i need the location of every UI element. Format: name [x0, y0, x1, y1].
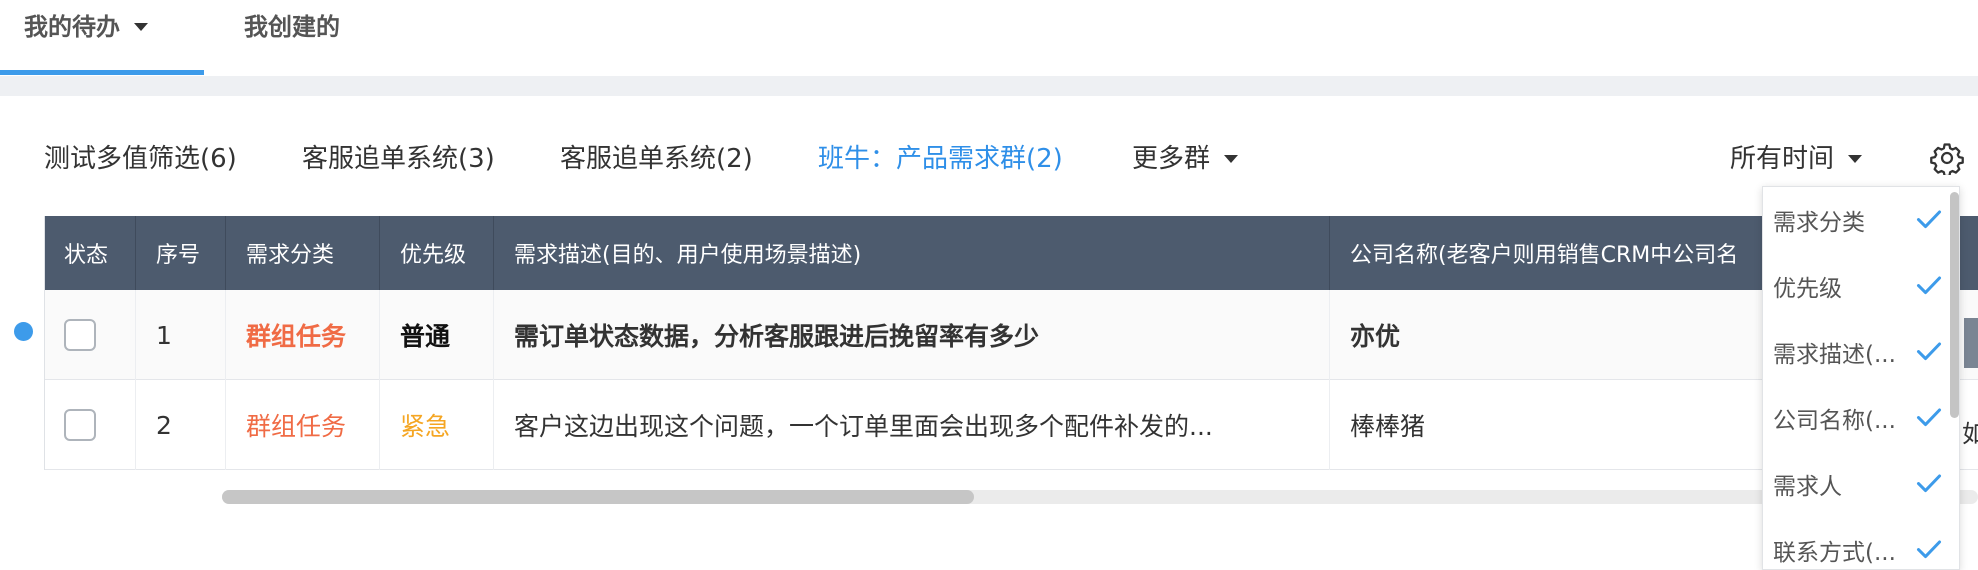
check-icon: [1916, 342, 1942, 361]
filter-group-2[interactable]: 客服追单系统(3): [302, 136, 495, 176]
truncated-cell-text: 如: [1962, 420, 1978, 448]
check-icon: [1916, 474, 1942, 493]
description-cell[interactable]: 需订单状态数据，分析客服跟进后挽留率有多少: [494, 290, 1330, 380]
column-header-index[interactable]: 序号: [136, 216, 226, 290]
status-cell: [44, 290, 136, 380]
column-settings-menu: 需求分类 优先级 需求描述(... 公司名称(... 需求人 联系方式(...: [1762, 186, 1960, 570]
check-icon: [1916, 276, 1942, 295]
column-option[interactable]: 公司名称(...: [1763, 385, 1949, 451]
tab-my-created-label: 我创建的: [244, 12, 340, 41]
column-option[interactable]: 需求分类: [1763, 187, 1949, 253]
table-row[interactable]: 1 群组任务 普通 需订单状态数据，分析客服跟进后挽留率有多少 亦优: [44, 290, 1978, 380]
column-option[interactable]: 优先级: [1763, 253, 1949, 319]
priority-cell: 普通: [380, 290, 494, 380]
status-cell: [44, 380, 136, 470]
filter-label: 客服追单系统(2): [560, 143, 753, 174]
filter-group-3[interactable]: 客服追单系统(2): [560, 136, 753, 176]
description-cell[interactable]: 客户这边出现这个问题，一个订单里面会出现多个配件补发的...: [494, 380, 1330, 470]
tab-my-todo[interactable]: 我的待办: [24, 6, 148, 42]
column-option-label: 需求分类: [1773, 210, 1865, 236]
gear-icon[interactable]: [1930, 141, 1964, 178]
column-header-category[interactable]: 需求分类: [226, 216, 380, 290]
column-option-label: 公司名称(...: [1773, 408, 1896, 434]
filter-group-4[interactable]: 班牛：产品需求群(2): [818, 136, 1063, 176]
table-header: 状态 序号 需求分类 优先级 需求描述(目的、用户使用场景描述) 公司名称(老客…: [44, 216, 1978, 290]
filter-group-1[interactable]: 测试多值筛选(6): [44, 136, 237, 176]
task-table: 状态 序号 需求分类 优先级 需求描述(目的、用户使用场景描述) 公司名称(老客…: [44, 216, 1978, 470]
caret-down-icon[interactable]: [134, 23, 148, 31]
table-border: [44, 216, 45, 470]
category-cell: 群组任务: [226, 380, 380, 470]
more-groups-label: 更多群: [1132, 143, 1211, 174]
time-filter-dropdown[interactable]: 所有时间: [1730, 136, 1863, 176]
check-icon: [1916, 210, 1942, 229]
index-cell: 2: [136, 380, 226, 470]
filter-label: 客服追单系统(3): [302, 143, 495, 174]
column-header-description[interactable]: 需求描述(目的、用户使用场景描述): [494, 216, 1330, 290]
unread-indicator: [14, 322, 33, 341]
column-option-label: 联系方式(...: [1773, 540, 1896, 566]
check-icon: [1916, 408, 1942, 427]
dropdown-scrollbar[interactable]: [1950, 192, 1959, 418]
column-header-priority[interactable]: 优先级: [380, 216, 494, 290]
column-option-label: 优先级: [1773, 276, 1842, 302]
top-tabs: 我的待办 我创建的: [0, 0, 1978, 76]
caret-down-icon: [1848, 155, 1863, 163]
column-option-label: 需求人: [1773, 474, 1842, 500]
check-icon: [1916, 540, 1942, 559]
row-checkbox[interactable]: [64, 409, 96, 441]
tab-my-todo-label: 我的待办: [24, 12, 120, 41]
column-option-label: 需求描述(...: [1773, 342, 1896, 368]
table-row[interactable]: 2 群组任务 紧急 客户这边出现这个问题，一个订单里面会出现多个配件补发的...…: [44, 380, 1978, 470]
filter-label: 测试多值筛选(6): [44, 143, 237, 174]
column-option[interactable]: 需求人: [1763, 451, 1949, 517]
time-filter-label: 所有时间: [1730, 143, 1835, 174]
horizontal-scrollbar-thumb[interactable]: [222, 490, 974, 504]
filter-label: 班牛：产品需求群(2): [818, 143, 1063, 174]
column-option[interactable]: 联系方式(...: [1763, 517, 1949, 569]
action-button-partial[interactable]: [1964, 318, 1978, 368]
priority-cell: 紧急: [380, 380, 494, 470]
caret-down-icon: [1224, 155, 1239, 163]
tab-my-created[interactable]: 我创建的: [244, 6, 340, 42]
category-cell: 群组任务: [226, 290, 380, 380]
row-checkbox[interactable]: [64, 319, 96, 351]
column-option[interactable]: 需求描述(...: [1763, 319, 1949, 385]
index-cell: 1: [136, 290, 226, 380]
column-header-status[interactable]: 状态: [44, 216, 136, 290]
separator-band: [0, 76, 1978, 96]
more-groups-dropdown[interactable]: 更多群: [1132, 136, 1239, 176]
active-tab-indicator: [0, 70, 204, 75]
